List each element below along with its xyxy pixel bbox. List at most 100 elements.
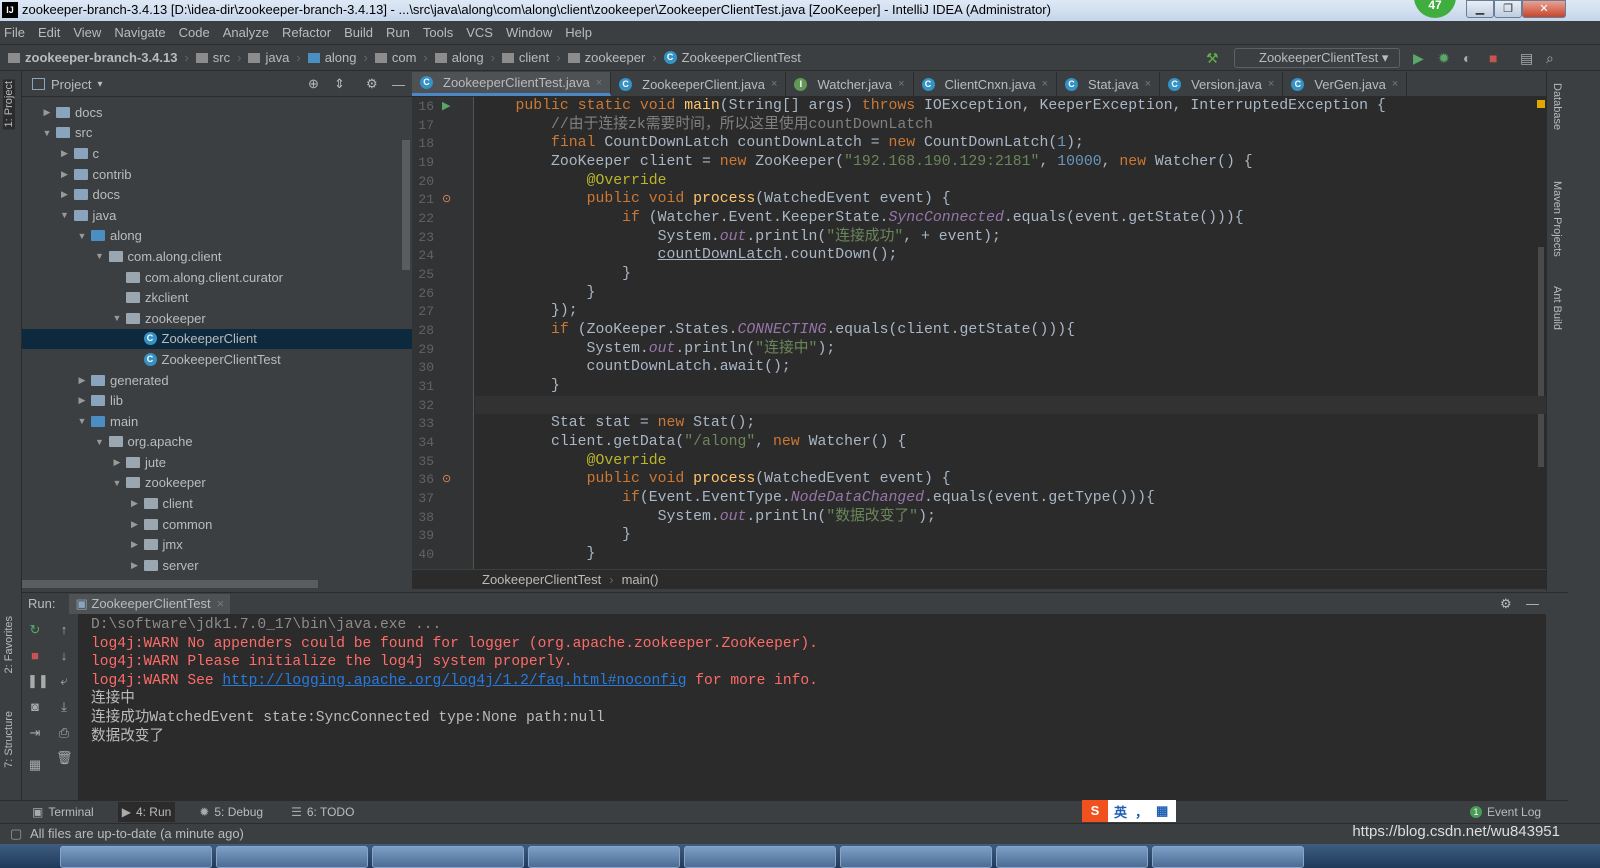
expand-arrow-icon[interactable]: ▼ <box>110 313 124 323</box>
tree-item[interactable]: ▶ common <box>22 514 412 535</box>
run-gutter-icon[interactable]: ▶ <box>442 99 450 112</box>
close-tab-icon[interactable]: × <box>1392 78 1398 90</box>
override-gutter-icon[interactable]: ⊙ <box>442 472 451 485</box>
editor-tab[interactable]: I Watcher.java × <box>786 72 914 96</box>
taskbar-item[interactable] <box>840 846 992 868</box>
project-view-select[interactable]: Project <box>51 77 91 92</box>
run-console[interactable]: D:\software\jdk1.7.0_17\bin\java.exe ...… <box>78 614 1546 800</box>
run-hide-icon[interactable]: — <box>1526 596 1539 611</box>
hide-icon[interactable]: — <box>392 77 405 92</box>
stop-icon[interactable]: ■ <box>27 648 43 664</box>
run-tab[interactable]: ▣ ZookeeperClientTest × <box>69 593 231 614</box>
ime-menu-icon[interactable]: ▦ <box>1156 803 1168 819</box>
tree-item[interactable]: ▼ com.along.client <box>22 246 412 267</box>
menu-tools[interactable]: Tools <box>423 25 453 40</box>
run-icon[interactable]: ▶ <box>1413 50 1424 67</box>
tree-item[interactable]: ▶ lib <box>22 390 412 411</box>
expand-arrow-icon[interactable]: ▶ <box>128 498 142 509</box>
notification-badge[interactable]: 47 <box>1414 0 1456 18</box>
soft-wrap-icon[interactable]: ⤶ <box>56 673 72 689</box>
breadcrumb-item[interactable]: com › <box>374 50 428 65</box>
warning-marker-icon[interactable] <box>1537 100 1545 108</box>
bottom-tab[interactable]: ✹ 5: Debug <box>195 802 267 822</box>
tree-item[interactable]: ▶ client <box>22 493 412 514</box>
status-toggle-icon[interactable]: ▢ <box>10 824 22 844</box>
debug-icon[interactable]: ✹ <box>1438 50 1450 67</box>
breadcrumb-item[interactable]: zookeeper › <box>567 50 657 65</box>
menu-refactor[interactable]: Refactor <box>282 25 331 40</box>
menu-view[interactable]: View <box>73 25 101 40</box>
close-button[interactable]: ✕ <box>1522 0 1566 18</box>
taskbar-item[interactable] <box>996 846 1148 868</box>
bottom-tab[interactable]: ▶ 4: Run <box>117 802 176 822</box>
project-structure-icon[interactable]: ▤ <box>1520 50 1533 67</box>
tree-horizontal-scrollbar[interactable] <box>22 580 318 588</box>
locate-icon[interactable]: ⊕ <box>308 76 319 92</box>
menu-run[interactable]: Run <box>386 25 410 40</box>
taskbar-item[interactable] <box>372 846 524 868</box>
up-arrow-icon[interactable]: ↑ <box>56 622 72 638</box>
ime-punctuation[interactable]: ， <box>1135 802 1148 821</box>
breadcrumb-item[interactable]: java › <box>248 50 301 65</box>
gear-icon[interactable]: ⚙ <box>366 76 378 92</box>
tree-item[interactable]: ▼ main <box>22 411 412 432</box>
minimize-button[interactable]: ▁ <box>1466 0 1494 18</box>
menu-file[interactable]: File <box>4 25 25 40</box>
menu-window[interactable]: Window <box>506 25 552 40</box>
run-configuration-select[interactable]: ZookeeperClientTest ▾ <box>1234 48 1400 68</box>
collapse-icon[interactable]: ⇕ <box>334 76 345 92</box>
bottom-tab[interactable]: ☰ 6: TODO <box>287 802 358 822</box>
menu-analyze[interactable]: Analyze <box>223 25 269 40</box>
tree-item[interactable]: ▼ along <box>22 226 412 247</box>
tree-vertical-scrollbar[interactable] <box>402 140 410 270</box>
console-link[interactable]: http://logging.apache.org/log4j/1.2/faq.… <box>222 673 686 689</box>
editor-tab[interactable]: C ZookeeperClientTest.java × <box>412 72 612 96</box>
editor-tab[interactable]: C VerGen.java × <box>1283 72 1408 96</box>
menu-navigate[interactable]: Navigate <box>114 25 165 40</box>
tree-item[interactable]: ▶ generated <box>22 370 412 391</box>
tool-tab-structure[interactable]: 7: Structure <box>3 711 15 768</box>
expand-arrow-icon[interactable]: ▶ <box>128 539 142 550</box>
tree-item[interactable]: ▶ jmx <box>22 534 412 555</box>
editor-tab[interactable]: C Version.java × <box>1160 72 1284 96</box>
taskbar-item[interactable] <box>60 846 212 868</box>
expand-arrow-icon[interactable]: ▼ <box>93 251 107 261</box>
camera-icon[interactable]: ◙ <box>27 699 43 715</box>
expand-arrow-icon[interactable]: ▶ <box>110 457 124 468</box>
breadcrumb-item[interactable]: zookeeper-branch-3.4.13 › <box>8 50 189 65</box>
exit-icon[interactable]: ⇥ <box>27 725 43 741</box>
close-tab-icon[interactable]: × <box>1268 78 1274 90</box>
expand-arrow-icon[interactable]: ▼ <box>75 231 89 241</box>
search-icon[interactable]: ⌕ <box>1546 50 1554 67</box>
layout-icon[interactable]: ▦ <box>27 757 43 773</box>
expand-arrow-icon[interactable]: ▶ <box>58 169 72 180</box>
rerun-icon[interactable]: ↻ <box>27 622 43 638</box>
editor-scrollbar[interactable] <box>1536 97 1546 569</box>
taskbar-item[interactable] <box>1152 846 1304 868</box>
build-hammer-icon[interactable]: ⚒ <box>1206 50 1219 67</box>
stop-icon[interactable]: ■ <box>1489 50 1497 66</box>
close-tab-icon[interactable]: × <box>898 78 904 90</box>
menu-help[interactable]: Help <box>565 25 592 40</box>
restore-button[interactable]: ❐ <box>1494 0 1522 18</box>
tree-item[interactable]: ▶ docs <box>22 184 412 205</box>
editor-tab[interactable]: C Stat.java × <box>1057 72 1161 96</box>
close-tab-icon[interactable]: × <box>771 78 777 90</box>
event-log-button[interactable]: 1 Event Log <box>1470 805 1541 819</box>
tree-item[interactable]: ▶ jute <box>22 452 412 473</box>
tool-tab-project[interactable]: 1: Project <box>3 79 15 130</box>
run-settings-icon[interactable]: ⚙ <box>1500 596 1512 612</box>
menu-build[interactable]: Build <box>344 25 373 40</box>
bottom-tab[interactable]: ▣ Terminal <box>28 802 98 822</box>
coverage-icon[interactable]: ◐ <box>1463 50 1471 66</box>
expand-arrow-icon[interactable]: ▶ <box>75 375 89 386</box>
tree-item[interactable]: ▶ contrib <box>22 164 412 185</box>
tree-item[interactable]: ▼ zookeeper <box>22 308 412 329</box>
scroll-to-end-icon[interactable]: ⤓ <box>56 699 72 715</box>
expand-arrow-icon[interactable]: ▼ <box>75 416 89 426</box>
tree-item[interactable]: C ZookeeperClientTest <box>22 349 412 370</box>
tree-item[interactable]: C ZookeeperClient <box>22 328 412 350</box>
menu-code[interactable]: Code <box>179 25 210 40</box>
taskbar-item[interactable] <box>684 846 836 868</box>
menu-vcs[interactable]: VCS <box>466 25 493 40</box>
